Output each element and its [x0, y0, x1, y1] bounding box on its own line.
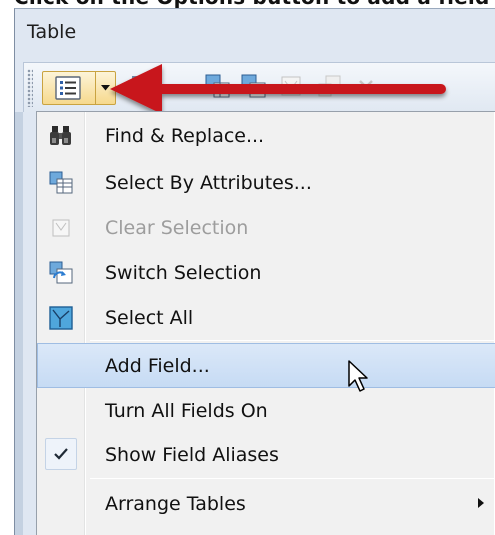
menu-item-label: Clear Selection	[105, 217, 249, 239]
select-by-attributes-button[interactable]	[202, 71, 234, 103]
table-options-button[interactable]	[42, 71, 116, 105]
menu-item-show-field-aliases[interactable]: Show Field Aliases	[37, 432, 495, 477]
table-options-icon	[55, 76, 81, 100]
menu-separator	[90, 478, 495, 479]
delete-icon	[359, 80, 373, 94]
switch-selection-button[interactable]	[238, 71, 270, 103]
menu-item-label: Select By Attributes...	[105, 172, 312, 194]
menu-item-arrange-tables[interactable]: Arrange Tables	[37, 481, 495, 526]
delete-selected-button	[350, 71, 382, 103]
toolbar-grip[interactable]	[27, 69, 33, 107]
related-tables-icon	[132, 76, 147, 92]
menu-item-label: Turn All Fields On	[105, 400, 268, 422]
window-left-strip	[15, 112, 23, 535]
chevron-down-icon	[101, 85, 110, 91]
table-options-dropdown[interactable]	[96, 72, 115, 104]
top-caption-cropped: Click on the Options button to add a fie…	[0, 0, 495, 8]
checkmark-icon	[54, 448, 68, 460]
table-options-menu: Find & Replace... Select By Attributes..…	[36, 111, 495, 535]
menu-item-select-all[interactable]: Select All	[37, 295, 495, 340]
zoom-to-selected-button	[314, 71, 346, 103]
menu-separator	[90, 340, 495, 341]
menu-item-select-by-attributes[interactable]: Select By Attributes...	[37, 160, 495, 205]
menu-item-label: Show Field Aliases	[105, 444, 279, 466]
top-caption: Click on the Options button to add a fie…	[14, 0, 489, 8]
submenu-arrow-icon	[478, 498, 484, 508]
select-by-attributes-icon	[205, 74, 230, 98]
window-title: Table	[27, 21, 77, 43]
zoom-to-selected-icon	[318, 75, 341, 97]
clear-selection-icon	[52, 219, 70, 237]
menu-item-switch-selection[interactable]: Switch Selection	[37, 250, 495, 295]
select-all-icon	[49, 306, 73, 330]
menu-item-find-replace[interactable]: Find & Replace...	[37, 113, 495, 158]
checkmark-box	[45, 438, 77, 470]
switch-selection-icon	[49, 261, 73, 284]
menu-item-turn-all-fields-on[interactable]: Turn All Fields On	[37, 388, 495, 433]
clear-selection-button	[276, 71, 308, 103]
binoculars-icon	[50, 126, 71, 145]
related-tables-button[interactable]	[128, 71, 160, 103]
clear-selection-icon	[281, 76, 301, 96]
menu-item-label: Find & Replace...	[105, 125, 265, 147]
select-by-attributes-icon	[49, 171, 73, 194]
menu-item-label: Add Field...	[105, 355, 210, 377]
menu-item-label: Arrange Tables	[105, 493, 246, 515]
menu-item-label: Switch Selection	[105, 262, 262, 284]
menu-item-label: Select All	[105, 307, 194, 329]
mouse-pointer-icon	[348, 360, 368, 392]
menu-item-clear-selection: Clear Selection	[37, 205, 495, 250]
table-options-main[interactable]	[43, 72, 95, 104]
menu-item-add-field[interactable]: Add Field...	[37, 343, 495, 388]
table-toolbar	[23, 62, 495, 112]
switch-selection-icon	[241, 74, 266, 98]
